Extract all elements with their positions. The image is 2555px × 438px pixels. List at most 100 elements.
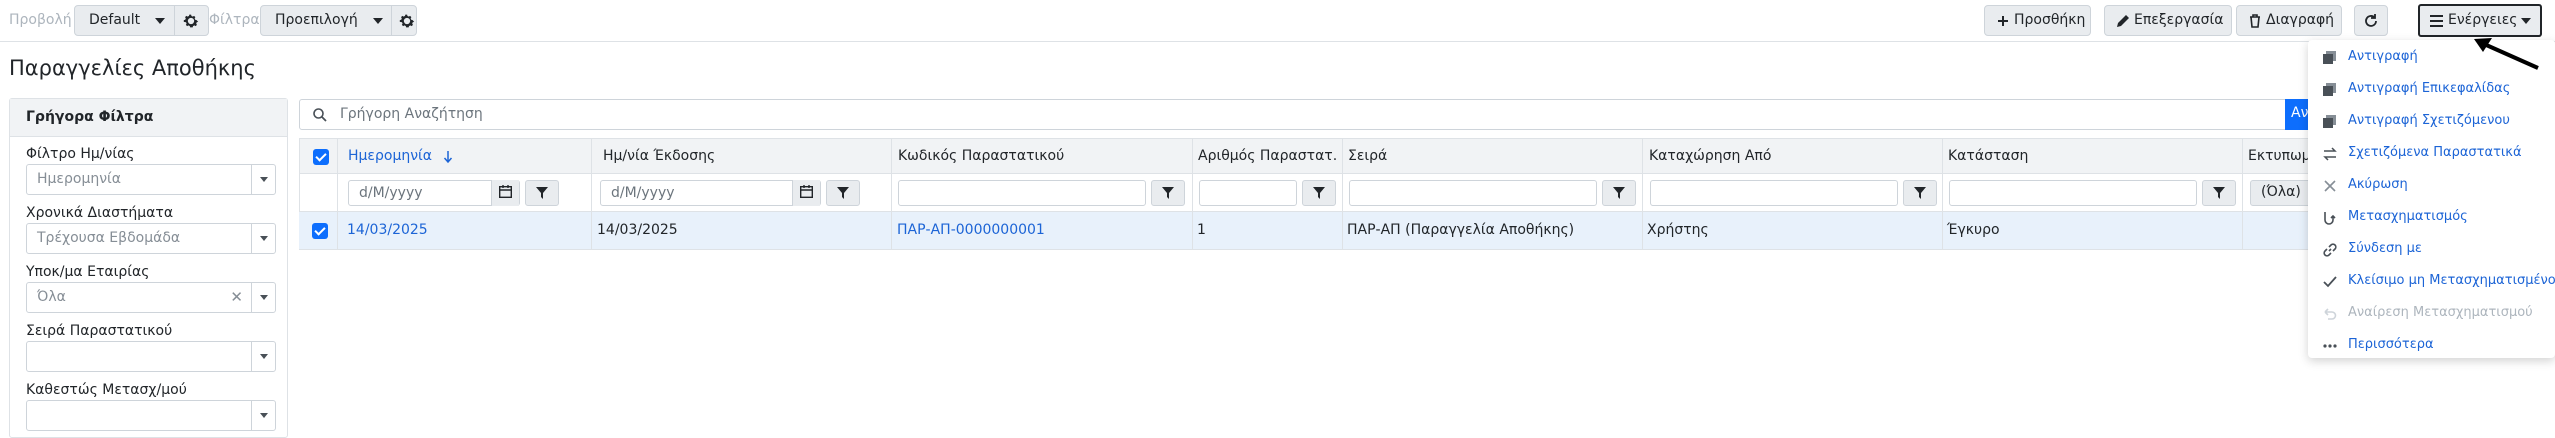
check-icon (2323, 276, 2337, 288)
row-created-by: Χρήστης (1647, 222, 1709, 238)
issue-date-filter-input[interactable]: d/M/yyyy (600, 180, 821, 206)
actions-button-label: Ενέργειες (2448, 12, 2518, 28)
chevron-down-icon[interactable] (251, 283, 275, 312)
orders-grid: Ημερομηνία Ημ/νία Έκδοσης Κωδικός Παραστ… (299, 138, 2419, 258)
column-header-document-number[interactable]: Αριθμός Παραστατ... (1198, 148, 1338, 164)
select-all-checkbox[interactable] (313, 149, 329, 165)
date-filter-label: Φίλτρο Ημ/νίας (26, 146, 135, 162)
transform-status-label: Καθεστώς Μετασχ/μού (26, 382, 187, 398)
created-by-filter-button[interactable] (1903, 180, 1937, 206)
menu-icon (2430, 15, 2443, 27)
column-header-issue-date[interactable]: Ημ/νία Έκδοσης (603, 148, 773, 164)
clear-icon[interactable]: ✕ (230, 288, 243, 306)
menu-item-more[interactable]: Περισσότερα (2308, 330, 2555, 362)
actions-dropdown-menu: Αντιγραφή Αντιγραφή Επικεφαλίδας Αντιγρα… (2308, 40, 2555, 358)
trash-icon (2250, 14, 2260, 28)
chevron-down-icon[interactable] (251, 165, 275, 194)
row-document-code[interactable]: ΠΑΡ-ΑΠ-0000000001 (897, 222, 1045, 238)
page-title: Παραγγελίες Αποθήκης (9, 56, 256, 80)
chevron-down-icon[interactable] (251, 342, 275, 371)
quick-search-input[interactable]: Γρήγορη Αναζήτηση (299, 99, 2419, 130)
funnel-icon (2213, 187, 2225, 199)
row-checkbox[interactable] (312, 223, 328, 239)
menu-item-close-untransformed[interactable]: Κλείσιμο μη Μετασχηματισμένου (2308, 266, 2555, 298)
funnel-icon (1914, 187, 1926, 199)
status-filter-input[interactable] (1949, 180, 2197, 206)
gear-icon[interactable] (182, 12, 200, 30)
created-by-filter-input[interactable] (1650, 180, 1898, 206)
undo-icon (2324, 308, 2337, 320)
status-filter-button[interactable] (2202, 180, 2236, 206)
series-filter-button[interactable] (1602, 180, 1636, 206)
company-branch-select[interactable]: Όλα ✕ (26, 282, 276, 313)
column-header-document-code[interactable]: Κωδικός Παραστατικού (898, 148, 1188, 164)
row-series: ΠΑΡ-ΑΠ (Παραγγελία Αποθήκης) (1347, 222, 1575, 238)
pencil-icon (2117, 15, 2129, 27)
sort-desc-icon[interactable] (443, 150, 453, 164)
chevron-down-icon (373, 18, 383, 24)
refresh-button[interactable] (2354, 5, 2388, 36)
column-header-date[interactable]: Ημερομηνία (348, 148, 432, 164)
menu-item-transform[interactable]: Μετασχηματισμός (2308, 202, 2555, 234)
add-button[interactable]: Προσθήκη (1984, 5, 2091, 36)
quick-filters-panel: Γρήγορα Φίλτρα Φίλτρο Ημ/νίας Ημερομηνία… (9, 98, 288, 438)
copy-icon (2323, 51, 2336, 64)
calendar-icon (499, 185, 512, 198)
company-branch-label: Υποκ/μα Εταιρίας (26, 264, 150, 280)
table-row[interactable]: 14/03/2025 14/03/2025 ΠΑΡ-ΑΠ-0000000001 … (299, 212, 2419, 250)
close-icon (2324, 180, 2336, 192)
document-number-filter-button[interactable] (1302, 180, 1336, 206)
quick-filters-title: Γρήγορα Φίλτρα (10, 99, 287, 137)
chevron-down-icon (155, 18, 165, 24)
view-select[interactable]: Default (74, 5, 209, 36)
issue-date-filter-button[interactable] (826, 180, 860, 206)
view-label: Προβολή (9, 12, 72, 28)
series-filter-input[interactable] (1349, 180, 1597, 206)
time-periods-label: Χρονικά Διαστήματα (26, 205, 174, 221)
document-series-select[interactable] (26, 341, 276, 372)
time-periods-select[interactable]: Τρέχουσα Εβδομάδα (26, 223, 276, 254)
calendar-button[interactable] (792, 180, 820, 206)
search-icon (313, 108, 327, 122)
row-status: Έγκυρο (1947, 222, 2000, 238)
menu-item-cancel[interactable]: Ακύρωση (2308, 170, 2555, 202)
filters-select[interactable]: Προεπιλογή (260, 5, 417, 36)
menu-item-related-documents[interactable]: Σχετιζόμενα Παραστατικά (2308, 138, 2555, 170)
refresh-icon (2365, 14, 2377, 27)
date-filter-button[interactable] (525, 180, 559, 206)
edit-button[interactable]: Επεξεργασία (2104, 5, 2232, 36)
column-header-created-by[interactable]: Καταχώρηση Από (1649, 148, 1939, 164)
top-toolbar: Προβολή Default Φίλτρα Προεπιλογή Προσθή… (0, 0, 2555, 42)
printed-filter-select[interactable]: (Όλα) (2250, 180, 2312, 206)
date-filter-input[interactable]: d/M/yyyy (348, 180, 520, 206)
funnel-icon (1162, 187, 1174, 199)
row-issue-date: 14/03/2025 (597, 222, 678, 238)
gear-icon[interactable] (398, 12, 416, 30)
transform-icon (2324, 212, 2336, 225)
caret-down-icon (2521, 18, 2531, 24)
chevron-down-icon[interactable] (251, 224, 275, 253)
chevron-down-icon[interactable] (251, 401, 275, 430)
grid-filter-row: d/M/yyyy d/M/yyyy (Όλα) (299, 174, 2419, 212)
view-select-value: Default (89, 12, 141, 28)
calendar-button[interactable] (491, 180, 519, 206)
document-series-label: Σειρά Παραστατικού (26, 323, 173, 339)
document-code-filter-button[interactable] (1151, 180, 1185, 206)
pointer-arrow-icon (2474, 38, 2539, 70)
delete-button[interactable]: Διαγραφή (2236, 5, 2342, 36)
menu-item-undo-transform: Αναίρεση Μετασχηματισμού (2308, 298, 2555, 330)
menu-item-link-with[interactable]: Σύνδεση με (2308, 234, 2555, 266)
document-number-filter-input[interactable] (1199, 180, 1297, 206)
funnel-icon (536, 187, 548, 199)
swap-icon (2323, 147, 2337, 161)
menu-item-copy-header[interactable]: Αντιγραφή Επικεφαλίδας (2308, 74, 2555, 106)
row-date[interactable]: 14/03/2025 (347, 222, 428, 238)
transform-status-select[interactable] (26, 400, 276, 431)
column-header-series[interactable]: Σειρά (1348, 148, 1638, 164)
menu-item-copy-related[interactable]: Αντιγραφή Σχετιζόμενου (2308, 106, 2555, 138)
column-header-status[interactable]: Κατάσταση (1948, 148, 2238, 164)
date-filter-select[interactable]: Ημερομηνία (26, 164, 276, 195)
copy-related-icon (2323, 115, 2336, 128)
document-code-filter-input[interactable] (898, 180, 1146, 206)
filters-select-value: Προεπιλογή (275, 12, 358, 28)
